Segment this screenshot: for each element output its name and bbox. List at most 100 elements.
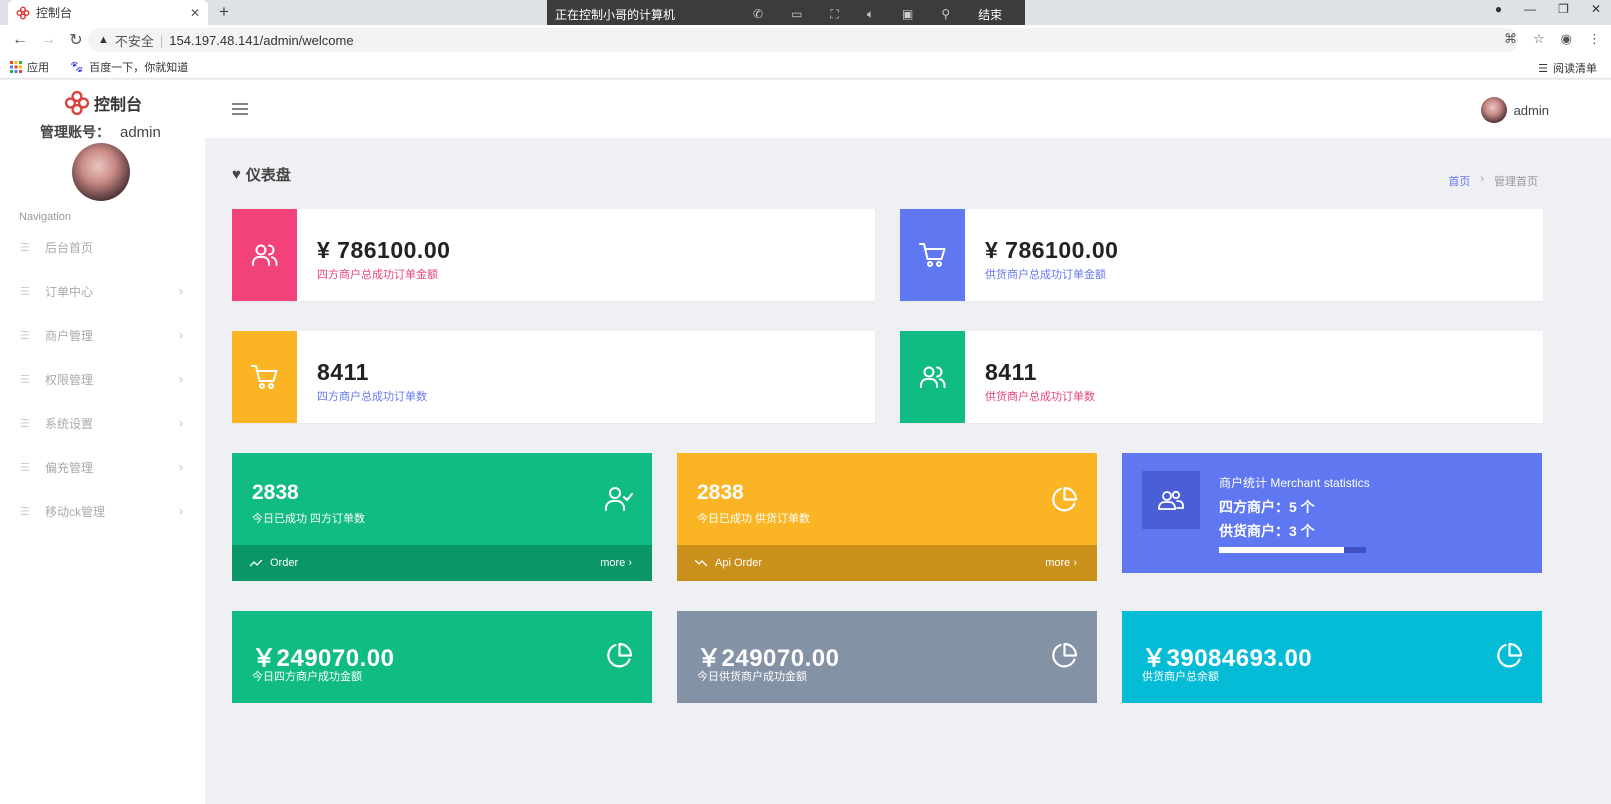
remote-control-toolbar: 正在控制小哥的计算机 ✆ ▭ ⛶ 🔈︎ ▣ ⚲ 结束 [547, 0, 1025, 28]
user-check-icon [605, 486, 633, 512]
account-info: 管理账号： admin [40, 122, 161, 142]
more-link[interactable]: more › [1045, 557, 1077, 569]
site-logo-icon [16, 5, 30, 20]
address-toolbar: ← → ↻ ▲ 不安全 | 154.197.48.141/admin/welco… [0, 25, 1611, 55]
card-label: 今日供货商户成功金额 [697, 671, 807, 683]
window-controls: ● — ❐ ✕ [1495, 2, 1601, 16]
hd-icon[interactable]: ▣ [902, 7, 913, 21]
bookmark-label: 应用 [27, 61, 49, 74]
merchant-progress [1219, 547, 1366, 553]
amount-card: ￥249070.00 今日四方商户成功金额 [232, 611, 652, 703]
breadcrumb-home[interactable]: 首页 [1448, 173, 1470, 189]
reading-list-label: 阅读清单 [1553, 63, 1597, 75]
url-text: 154.197.48.141/admin/welcome [169, 32, 354, 48]
footer-label: Order [270, 557, 299, 569]
volume-icon[interactable]: 🔈︎ [867, 7, 874, 22]
forward-icon[interactable]: → [40, 31, 56, 49]
back-icon[interactable]: ← [12, 31, 28, 49]
list-icon: ☰ [20, 417, 30, 430]
apps-grid-icon [10, 60, 22, 73]
stat-label: 四方商户总成功订单数 [317, 391, 427, 403]
address-field[interactable]: ▲ 不安全 | 154.197.48.141/admin/welcome [88, 28, 1518, 52]
tab-close-icon[interactable]: ✕ [190, 6, 200, 20]
today-orders-card: 2838 今日已成功 四方订单数 Order more › [232, 453, 652, 581]
stat-value: ¥ 786100.00 [985, 237, 1119, 263]
sidebar-item-label: 商户管理 [45, 328, 94, 343]
avatar[interactable] [72, 143, 130, 201]
fullscreen-icon[interactable]: ⛶ [830, 7, 838, 22]
account-icon[interactable]: ◉ [1561, 31, 1572, 47]
pin-icon[interactable]: ⚲ [941, 7, 950, 21]
sidebar-item-label: 偏充管理 [45, 460, 94, 475]
account-label: 管理账号： [40, 124, 110, 140]
phone-icon[interactable]: ✆ [753, 7, 763, 21]
cart-icon [232, 331, 297, 423]
navigation-heading: Navigation [19, 211, 71, 223]
stat-value: 8411 [317, 359, 369, 385]
profile-menu-icon[interactable]: ● [1495, 2, 1502, 16]
kebab-menu-icon[interactable]: ⋮ [1588, 31, 1601, 47]
sidebar-item-label: 订单中心 [45, 284, 94, 299]
minimize-icon[interactable]: — [1524, 2, 1536, 16]
today-orders-card: 2838 今日已成功 供货订单数 Api Order more › [677, 453, 1097, 581]
stat-card: 8411 供货商户总成功订单数 [900, 331, 1543, 423]
trend-up-icon [250, 559, 262, 567]
sidebar-item-label: 后台首页 [45, 240, 94, 255]
remote-end-button[interactable]: 结束 [978, 6, 1002, 23]
logo-text: 控制台 [94, 97, 143, 114]
stat-card: 8411 四方商户总成功订单数 [232, 331, 875, 423]
reading-list-button[interactable]: ☰ 阅读清单 [1538, 60, 1597, 76]
card-footer: Order more › [232, 545, 652, 581]
list-icon: ☰ [20, 373, 30, 386]
amount-card: ￥39084693.00 供货商户总余额 [1122, 611, 1542, 703]
sidebar-item-label: 移动ck管理 [45, 504, 106, 519]
user-menu[interactable]: admin [1480, 97, 1549, 123]
account-name: admin [120, 124, 161, 141]
new-tab-button[interactable]: + [214, 2, 234, 22]
bookmark-label: 百度一下，你就知道 [89, 61, 189, 74]
chevron-right-icon: › [179, 284, 183, 298]
sidebar-item[interactable]: ☰ 权限管理 › [0, 357, 205, 401]
hamburger-menu-icon[interactable] [232, 102, 248, 116]
breadcrumb: 首页 › 管理首页 [1448, 173, 1538, 189]
bookmarks-bar: 应用 🐾︎ 百度一下，你就知道 ☰ 阅读清单 [0, 55, 1611, 79]
stat-label: 四方商户总成功订单金额 [317, 269, 438, 281]
heart-icon: ♥ [232, 166, 241, 183]
chevron-right-icon: › [179, 504, 183, 518]
trend-down-icon [695, 559, 707, 567]
sidebar-item[interactable]: ☰ 偏充管理 › [0, 445, 205, 489]
restore-icon[interactable]: ❐ [1558, 2, 1569, 16]
bookmark-star-icon[interactable]: ☆ [1533, 31, 1545, 47]
translate-icon[interactable]: ⌘ [1504, 31, 1517, 47]
chevron-right-icon: › [179, 460, 183, 474]
sidebar-logo[interactable]: 控制台 [64, 90, 142, 116]
stat-card: ¥ 786100.00 四方商户总成功订单金额 [232, 209, 875, 301]
reload-icon[interactable]: ↻ [68, 30, 84, 50]
sidebar-item[interactable]: ☰ 移动ck管理 › [0, 489, 205, 533]
tab-title: 控制台 [36, 6, 73, 20]
list-icon: ☰ [20, 241, 30, 254]
group-icon [1142, 471, 1200, 529]
sidebar-item[interactable]: ☰ 商户管理 › [0, 313, 205, 357]
more-link[interactable]: more › [600, 557, 632, 569]
sidebar-item[interactable]: ☰ 系统设置 › [0, 401, 205, 445]
sidebar: 控制台 管理账号： admin Navigation ☰ 后台首页 ☰ 订单中心 › ☰ 商户… [0, 80, 205, 804]
user-name: admin [1513, 102, 1549, 118]
chevron-right-icon: › [179, 372, 183, 386]
stat-label: 供货商户总成功订单金额 [985, 269, 1106, 281]
list-icon: ☰ [20, 461, 30, 474]
actual-size-icon[interactable]: ▭ [791, 7, 802, 21]
sidebar-item[interactable]: ☰ 后台首页 [0, 225, 205, 269]
reading-list-icon: ☰ [1538, 62, 1548, 75]
close-window-icon[interactable]: ✕ [1591, 2, 1601, 16]
sidebar-item[interactable]: ☰ 订单中心 › [0, 269, 205, 313]
stat-label: 供货商户总成功订单数 [985, 391, 1095, 403]
cart-icon [900, 209, 965, 301]
breadcrumb-current: 管理首页 [1494, 176, 1538, 188]
stat-value: ¥ 786100.00 [317, 237, 451, 263]
address-separator: | [159, 32, 164, 48]
bookmark-baidu[interactable]: 🐾︎ 百度一下，你就知道 [69, 59, 188, 75]
browser-tab[interactable]: 控制台 ✕ [8, 0, 208, 25]
bookmark-apps[interactable]: 应用 [10, 59, 49, 75]
card-value: 2838 [697, 481, 744, 504]
